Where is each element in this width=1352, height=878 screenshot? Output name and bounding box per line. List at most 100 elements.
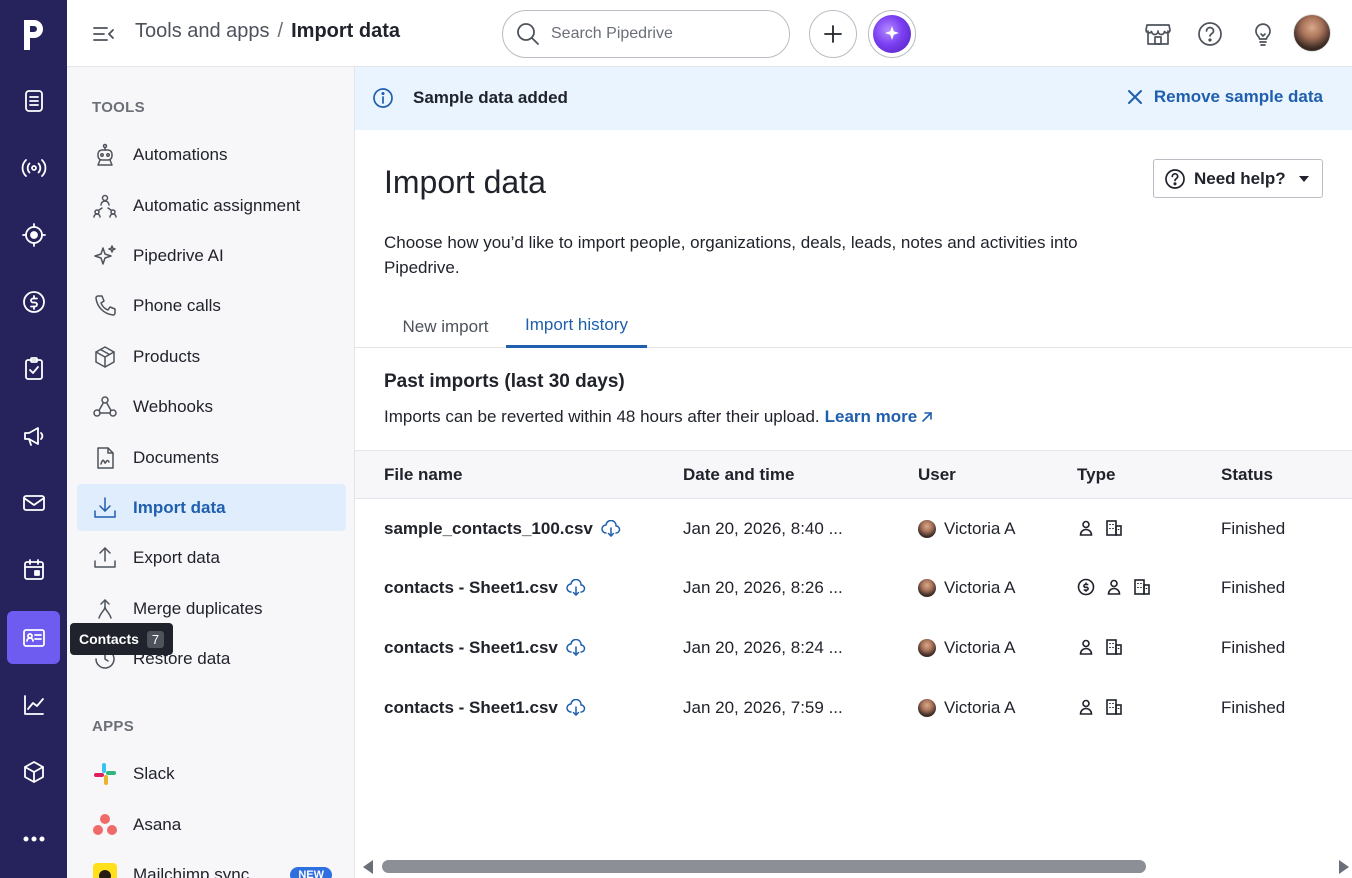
main-content: Sample data added Remove sample data Imp…: [355, 67, 1352, 878]
rail-campaigns[interactable]: [7, 409, 60, 462]
question-icon: [1198, 22, 1222, 46]
learn-more-link[interactable]: Learn more: [825, 407, 934, 427]
rail-more[interactable]: [7, 812, 60, 865]
sidebar-item-automations[interactable]: Automations: [77, 131, 346, 178]
sidebar-item-automatic-assignment[interactable]: Automatic assignment: [77, 182, 346, 229]
user-mini-avatar: [918, 699, 936, 717]
column-status[interactable]: Status: [1221, 465, 1273, 485]
cloud-download-icon[interactable]: [566, 639, 586, 657]
tools-sidebar: TOOLS Automations Automatic assignment P…: [67, 67, 355, 878]
tools-section-title: TOOLS: [92, 99, 145, 116]
sidebar-item-export-data[interactable]: Export data: [77, 534, 346, 581]
slack-icon: [94, 762, 116, 785]
quick-add-button[interactable]: [809, 10, 857, 58]
rail-insights[interactable]: [7, 678, 60, 731]
broadcast-icon: [21, 158, 46, 177]
sidebar-item-label: Asana: [133, 814, 182, 834]
store-icon: [1145, 24, 1171, 45]
sidebar-item-phone-calls[interactable]: Phone calls: [77, 282, 346, 329]
sidebar-item-asana[interactable]: Asana: [77, 801, 346, 848]
import-date: Jan 20, 2026, 8:40 ...: [683, 519, 843, 538]
rail-target[interactable]: [7, 208, 60, 261]
phone-icon: [95, 294, 116, 316]
scroll-left-arrow[interactable]: [363, 860, 373, 874]
cloud-download-icon[interactable]: [566, 699, 586, 717]
ai-assistant-button[interactable]: [868, 10, 916, 58]
sidebar-item-pipedrive-ai[interactable]: Pipedrive AI: [77, 232, 346, 279]
import-types: [1077, 638, 1123, 656]
file-name: contacts - Sheet1.csv: [384, 578, 558, 597]
tab-new-import[interactable]: New import: [384, 305, 507, 348]
mailchimp-icon: [93, 862, 117, 878]
import-status: Finished: [1221, 698, 1286, 717]
search-box[interactable]: [502, 10, 790, 58]
collapse-menu-icon[interactable]: [91, 21, 117, 47]
import-status: Finished: [1221, 638, 1286, 657]
tab-import-history[interactable]: Import history: [506, 305, 647, 348]
sidebar-item-import-data[interactable]: Import data: [77, 484, 346, 531]
import-date: Jan 20, 2026, 8:24 ...: [683, 638, 843, 657]
sidebar-item-label: Merge duplicates: [133, 598, 263, 618]
column-user[interactable]: User: [918, 465, 956, 485]
sidebar-item-products[interactable]: Products: [77, 333, 346, 380]
horizontal-scrollbar[interactable]: [355, 855, 1352, 878]
pipedrive-logo-icon: [23, 19, 43, 50]
rail-deals[interactable]: [7, 275, 60, 328]
help-button[interactable]: [1196, 20, 1224, 48]
person-icon: [1079, 699, 1093, 715]
user-name: Victoria A: [944, 698, 1016, 717]
sidebar-item-documents[interactable]: Documents: [77, 434, 346, 481]
rail-contacts[interactable]: [7, 611, 60, 664]
table-header: File name Date and time User Type Status: [355, 450, 1352, 499]
cloud-download-icon[interactable]: [566, 579, 586, 597]
scroll-right-arrow[interactable]: [1339, 860, 1349, 874]
rail-calendar[interactable]: [7, 543, 60, 596]
file-name: contacts - Sheet1.csv: [384, 638, 558, 657]
sparkle-icon: [94, 244, 116, 265]
close-icon: [1127, 90, 1142, 104]
import-date: Jan 20, 2026, 8:26 ...: [683, 578, 843, 597]
past-imports-title: Past imports (last 30 days): [384, 371, 625, 392]
user-avatar[interactable]: [1293, 14, 1331, 52]
column-file-name[interactable]: File name: [384, 465, 462, 485]
pipedrive-logo[interactable]: [0, 0, 67, 67]
rail-tasks[interactable]: [7, 342, 60, 395]
tips-button[interactable]: [1249, 20, 1277, 48]
breadcrumb-parent[interactable]: Tools and apps: [135, 20, 270, 43]
rail-products[interactable]: [7, 745, 60, 798]
column-date-time[interactable]: Date and time: [683, 465, 794, 485]
user-name: Victoria A: [944, 578, 1016, 597]
document-icon: [97, 446, 114, 469]
rail-leads[interactable]: [7, 74, 60, 127]
sidebar-item-webhooks[interactable]: Webhooks: [77, 383, 346, 430]
remove-sample-data-button[interactable]: Remove sample data: [1126, 87, 1323, 107]
megaphone-icon: [23, 426, 43, 446]
scrollbar-thumb[interactable]: [382, 860, 1146, 873]
search-input[interactable]: [551, 25, 771, 43]
rail-mail[interactable]: [7, 476, 60, 529]
cloud-download-icon[interactable]: [601, 520, 621, 538]
remove-sample-data-label: Remove sample data: [1153, 87, 1323, 106]
sidebar-item-slack[interactable]: Slack: [77, 750, 346, 797]
import-types: [1077, 698, 1123, 716]
need-help-button[interactable]: Need help?: [1153, 159, 1323, 198]
import-icon: [94, 496, 116, 518]
rail-broadcast[interactable]: [7, 141, 60, 194]
sidebar-item-label: Phone calls: [133, 295, 221, 315]
past-imports-description: Imports can be reverted within 48 hours …: [384, 407, 933, 427]
sidebar-item-label: Webhooks: [133, 396, 214, 416]
file-name: contacts - Sheet1.csv: [384, 698, 558, 717]
person-icon: [1107, 579, 1121, 595]
question-icon: [1165, 168, 1185, 189]
banner-text: Sample data added: [413, 88, 568, 107]
column-type[interactable]: Type: [1077, 465, 1115, 485]
sidebar-item-mailchimp-sync[interactable]: Mailchimp sync NEW: [77, 851, 346, 878]
import-status: Finished: [1221, 578, 1286, 597]
sidebar-item-label: Automations: [133, 144, 228, 164]
box-icon: [23, 760, 44, 783]
import-date: Jan 20, 2026, 7:59 ...: [683, 698, 843, 717]
table-row: sample_contacts_100.csv Jan 20, 2026, 8:…: [355, 499, 1352, 559]
marketplace-button[interactable]: [1144, 20, 1172, 48]
merge-icon: [98, 598, 112, 619]
sidebar-item-label: Products: [133, 346, 201, 366]
